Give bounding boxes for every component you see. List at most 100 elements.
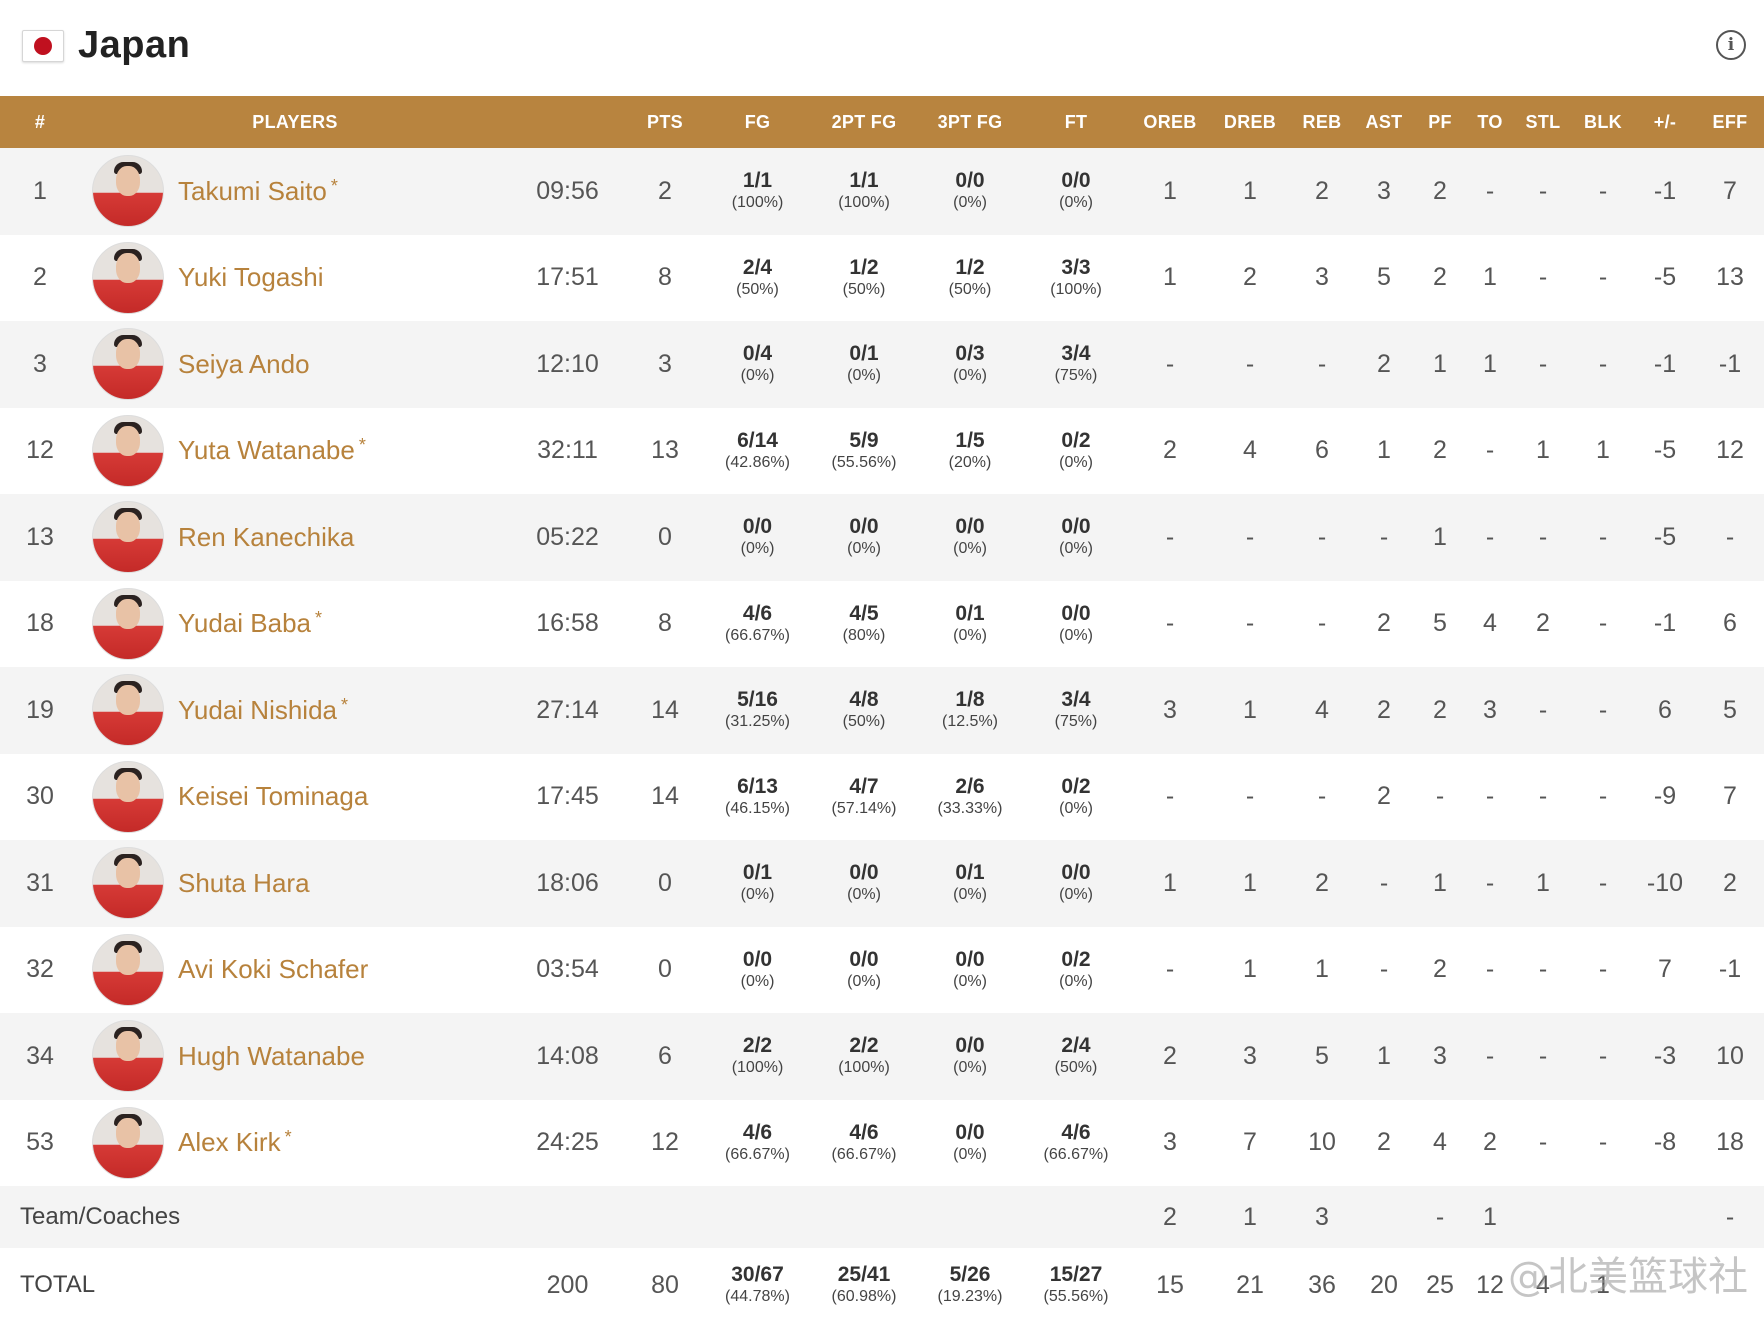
player-name-link[interactable]: Yudai Baba* xyxy=(178,608,322,639)
player-pf: 2 xyxy=(1414,148,1466,235)
fg3-made-att: 0/0 xyxy=(918,1121,1022,1145)
player-ast: 3 xyxy=(1354,148,1414,235)
player-name-link[interactable]: Alex Kirk* xyxy=(178,1127,292,1158)
fg-pct: (31.25%) xyxy=(705,712,810,732)
total-oreb: 15 xyxy=(1130,1248,1210,1322)
team-pm xyxy=(1634,1186,1696,1248)
player-stl: 2 xyxy=(1514,581,1572,668)
fg: 4/6(66.67%) xyxy=(705,1100,810,1187)
player-avatar xyxy=(92,761,164,833)
player-name-link[interactable]: Keisei Tominaga xyxy=(178,781,372,812)
player-pm: 6 xyxy=(1634,667,1696,754)
player-name: Keisei Tominaga xyxy=(178,781,368,811)
player-reb: 2 xyxy=(1290,148,1354,235)
ft: 0/0(0%) xyxy=(1022,840,1130,927)
header-min xyxy=(510,96,625,148)
player-cell: Shuta Hara xyxy=(80,840,510,927)
player-name: Avi Koki Schafer xyxy=(178,954,368,984)
player-number: 3 xyxy=(0,321,80,408)
info-icon[interactable]: i xyxy=(1716,30,1746,60)
player-name-link[interactable]: Seiya Ando xyxy=(178,349,314,380)
player-pm: -8 xyxy=(1634,1100,1696,1187)
team-reb: 3 xyxy=(1290,1186,1354,1248)
fg-made-att: 0/0 xyxy=(705,515,810,539)
fg-pct: (0%) xyxy=(705,366,810,386)
player-avatar xyxy=(92,588,164,660)
player-blk: - xyxy=(1572,927,1634,1014)
total-ast: 20 xyxy=(1354,1248,1414,1322)
fg3-pct: (0%) xyxy=(918,193,1022,213)
player-cell: Yudai Baba* xyxy=(80,581,510,668)
player-ast: - xyxy=(1354,840,1414,927)
player-minutes: 05:22 xyxy=(510,494,625,581)
player-number: 32 xyxy=(0,927,80,1014)
player-name-link[interactable]: Ren Kanechika xyxy=(178,522,358,553)
fg-made-att: 2/2 xyxy=(705,1034,810,1058)
fg: 0/0(0%) xyxy=(705,494,810,581)
fg-made-att: 0/4 xyxy=(705,342,810,366)
fg2-made-att: 0/0 xyxy=(810,948,918,972)
team-dreb: 1 xyxy=(1210,1186,1290,1248)
fg2-pct: (100%) xyxy=(810,1058,918,1078)
header-ft: FT xyxy=(1022,96,1130,148)
fg-made-att: 0/0 xyxy=(705,948,810,972)
player-oreb: - xyxy=(1130,754,1210,841)
player-pm: -5 xyxy=(1634,408,1696,495)
player-stl: - xyxy=(1514,494,1572,581)
player-number: 34 xyxy=(0,1013,80,1100)
player-pm: -1 xyxy=(1634,148,1696,235)
avatar-face xyxy=(116,512,140,542)
fg-pct: (0%) xyxy=(705,972,810,992)
header-dreb: DREB xyxy=(1210,96,1290,148)
player-pm: -3 xyxy=(1634,1013,1696,1100)
player-minutes: 17:51 xyxy=(510,235,625,322)
player-name-link[interactable]: Takumi Saito* xyxy=(178,176,338,207)
table-row: 3Seiya Ando12:1030/4(0%)0/1(0%)0/3(0%)3/… xyxy=(0,321,1764,408)
table-row: 53Alex Kirk*24:25124/6(66.67%)4/6(66.67%… xyxy=(0,1100,1764,1187)
header-stl: STL xyxy=(1514,96,1572,148)
fg: 5/16(31.25%) xyxy=(705,667,810,754)
player-dreb: - xyxy=(1210,754,1290,841)
fg-pct: (100%) xyxy=(705,193,810,213)
ft: 0/0(0%) xyxy=(1022,148,1130,235)
player-oreb: 1 xyxy=(1130,148,1210,235)
player-cell: Alex Kirk* xyxy=(80,1100,510,1187)
player-name-link[interactable]: Avi Koki Schafer xyxy=(178,954,372,985)
player-name-link[interactable]: Yuki Togashi xyxy=(178,262,328,293)
fg2: 5/9(55.56%) xyxy=(810,408,918,495)
player-name-link[interactable]: Shuta Hara xyxy=(178,868,314,899)
player-blk: - xyxy=(1572,581,1634,668)
table-row: 19Yudai Nishida*27:14145/16(31.25%)4/8(5… xyxy=(0,667,1764,754)
total-dreb: 21 xyxy=(1210,1248,1290,1322)
total-to: 12 xyxy=(1466,1248,1514,1322)
total-ft-made-att: 15/27 xyxy=(1022,1263,1130,1287)
player-to: - xyxy=(1466,148,1514,235)
fg3-made-att: 0/1 xyxy=(918,861,1022,885)
player-blk: 1 xyxy=(1572,408,1634,495)
player-pf: - xyxy=(1414,754,1466,841)
player-name-link[interactable]: Yudai Nishida* xyxy=(178,695,348,726)
player-dreb: - xyxy=(1210,321,1290,408)
header-eff: EFF xyxy=(1696,96,1764,148)
player-name-link[interactable]: Hugh Watanabe xyxy=(178,1041,369,1072)
player-cell: Avi Koki Schafer xyxy=(80,927,510,1014)
fg3: 1/2(50%) xyxy=(918,235,1022,322)
player-minutes: 17:45 xyxy=(510,754,625,841)
fg3: 0/0(0%) xyxy=(918,1100,1022,1187)
fg3-made-att: 0/3 xyxy=(918,342,1022,366)
fg: 4/6(66.67%) xyxy=(705,581,810,668)
table-row: 2Yuki Togashi17:5182/4(50%)1/2(50%)1/2(5… xyxy=(0,235,1764,322)
total-fg: 30/67(44.78%) xyxy=(705,1248,810,1322)
ft-pct: (0%) xyxy=(1022,453,1130,473)
fg3-made-att: 0/1 xyxy=(918,602,1022,626)
fg3: 0/0(0%) xyxy=(918,1013,1022,1100)
player-number: 1 xyxy=(0,148,80,235)
fg3-pct: (33.33%) xyxy=(918,799,1022,819)
player-name-link[interactable]: Yuta Watanabe* xyxy=(178,435,366,466)
header--: # xyxy=(0,96,80,148)
fg2: 1/1(100%) xyxy=(810,148,918,235)
player-minutes: 14:08 xyxy=(510,1013,625,1100)
player-to: - xyxy=(1466,927,1514,1014)
player-pm: -5 xyxy=(1634,494,1696,581)
fg3-made-att: 0/0 xyxy=(918,948,1022,972)
